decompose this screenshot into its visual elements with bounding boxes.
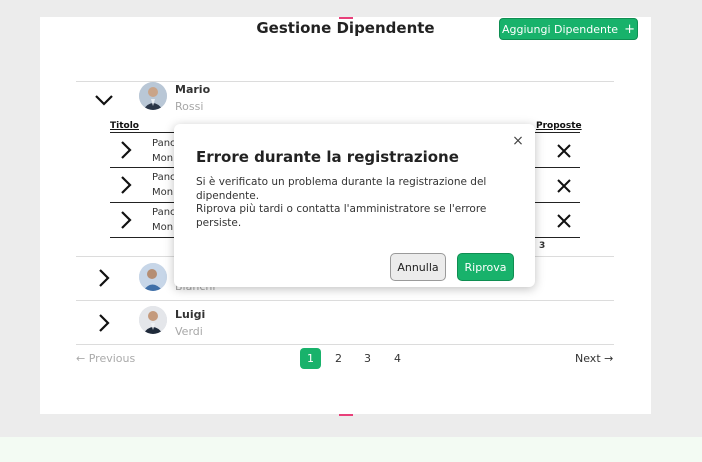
cancel-button[interactable]: Annulla	[390, 253, 446, 281]
chevron-right-icon[interactable]	[92, 311, 116, 335]
table-cell: Panc	[152, 207, 176, 218]
page-button[interactable]: 1	[300, 348, 321, 369]
add-employee-label: Aggiungi Dipendente	[502, 22, 619, 36]
employee-first-name: Mario	[175, 83, 211, 96]
employee-last-name: Verdi	[175, 325, 203, 338]
retry-button[interactable]: Riprova	[457, 253, 514, 281]
dialog-message: Si è verificato un problema durante la r…	[196, 176, 506, 230]
arrow-left-icon: ←	[76, 352, 86, 365]
chevron-right-icon[interactable]	[114, 208, 138, 232]
table-cell: Panc	[152, 172, 176, 183]
pagination-previous[interactable]: ← Previous	[76, 352, 135, 365]
dialog-title: Errore durante la registrazione	[196, 148, 459, 166]
page-button[interactable]: 2	[328, 348, 349, 369]
focus-marker-bottom	[339, 414, 353, 416]
avatar	[139, 306, 167, 334]
remove-icon[interactable]	[552, 139, 576, 163]
avatar	[139, 82, 167, 110]
table-cell: Panc	[152, 138, 176, 149]
employee-first-name: Luigi	[175, 308, 206, 321]
plus-icon: +	[624, 21, 635, 37]
row-divider	[76, 300, 614, 301]
table-cell: Mon	[152, 222, 174, 233]
chevron-right-icon[interactable]	[92, 266, 116, 290]
bottom-strip	[0, 437, 702, 462]
column-header-proposte: Proposte	[536, 121, 582, 131]
column-header-titolo: Titolo	[110, 121, 139, 131]
add-employee-button[interactable]: Aggiungi Dipendente +	[499, 18, 638, 40]
page-button[interactable]: 3	[357, 348, 378, 369]
chevron-down-icon[interactable]	[92, 88, 116, 112]
row-divider	[76, 344, 614, 345]
chevron-right-icon[interactable]	[114, 173, 138, 197]
page-button[interactable]: 4	[387, 348, 408, 369]
pagination-next[interactable]: Next →	[575, 352, 613, 365]
table-cell: Mon	[152, 153, 174, 164]
error-dialog: × Errore durante la registrazione Si è v…	[174, 124, 535, 287]
dialog-message-line: Si è verificato un problema durante la r…	[196, 176, 487, 202]
employee-last-name: Rossi	[175, 100, 204, 113]
remove-icon[interactable]	[552, 174, 576, 198]
avatar	[139, 263, 167, 291]
close-icon[interactable]: ×	[511, 134, 525, 148]
table-cell: Mon	[152, 187, 174, 198]
dialog-message-line: Riprova più tardi o contatta l'amministr…	[196, 203, 487, 229]
remove-icon[interactable]	[552, 209, 576, 233]
chevron-right-icon[interactable]	[114, 138, 138, 162]
table-total: 3	[539, 241, 546, 251]
arrow-right-icon: →	[604, 352, 614, 365]
